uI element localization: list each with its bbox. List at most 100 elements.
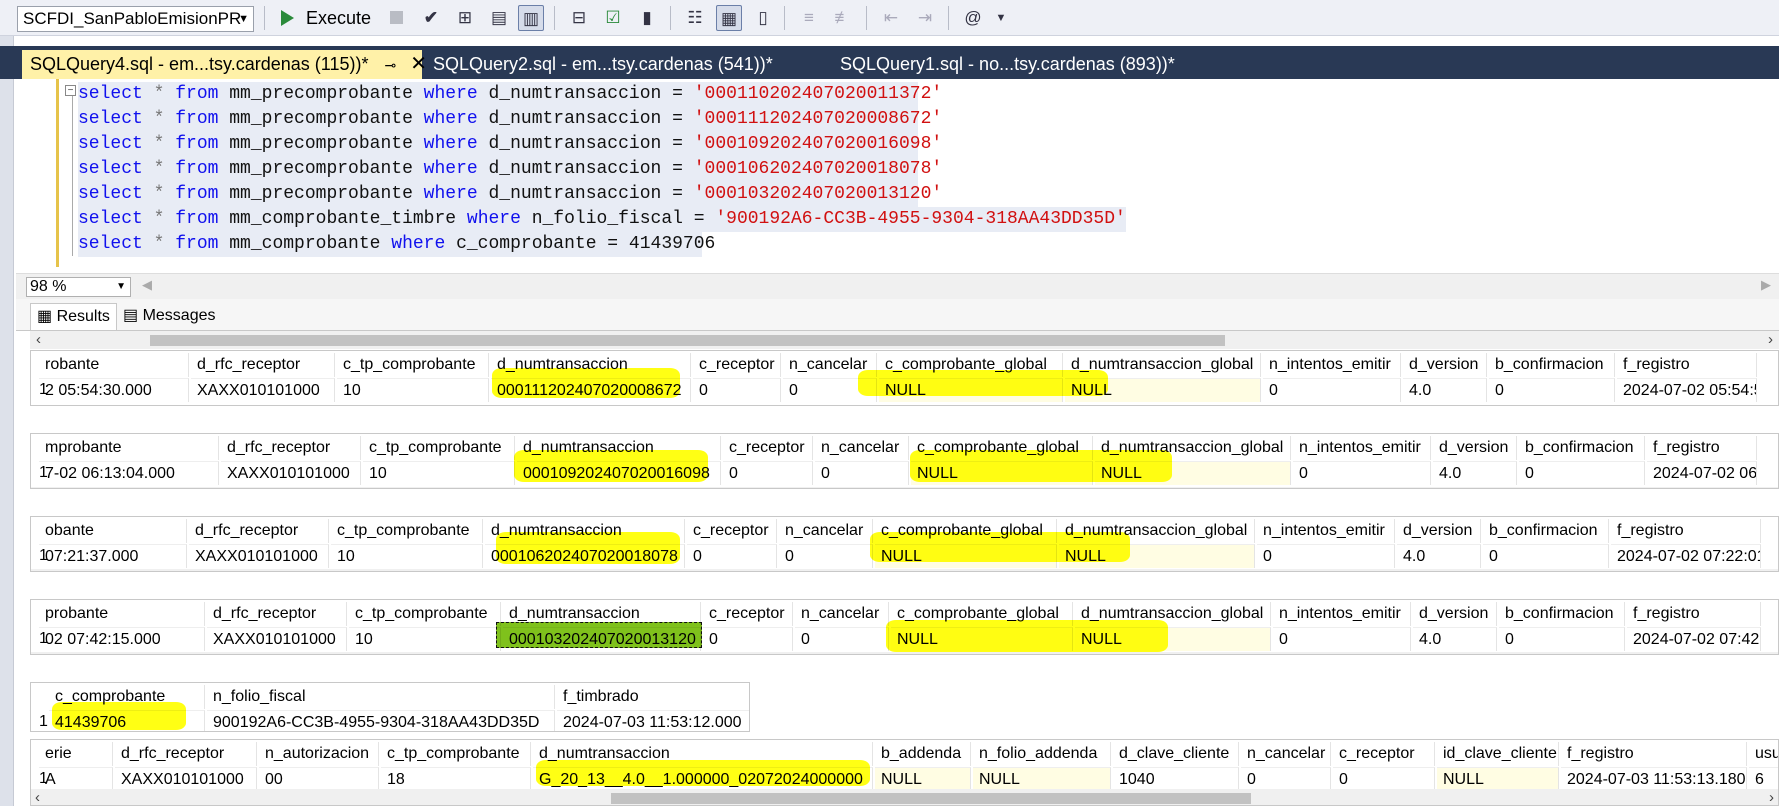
grid-cell[interactable]: 2024-07-02 07:22:01.88 (1611, 544, 1761, 568)
grid-cell[interactable]: 7-02 06:13:04.000 (39, 461, 219, 485)
column-header[interactable]: n_cancelar (795, 602, 889, 626)
column-header[interactable]: d_version (1403, 353, 1487, 377)
column-header[interactable]: probante (39, 602, 205, 626)
scroll-thumb[interactable] (150, 335, 1225, 346)
column-header[interactable]: c_tp_comprobante (349, 602, 501, 626)
tab-results[interactable]: ▦ Results (30, 303, 117, 330)
grid-scrollbar[interactable]: ‹› (31, 789, 1778, 805)
grid-cell[interactable]: 0 (1499, 627, 1625, 651)
grid-cell[interactable]: 0 (723, 461, 813, 485)
column-header[interactable]: usu (1749, 742, 1778, 766)
column-header[interactable]: c_receptor (1333, 742, 1435, 766)
column-header[interactable]: b_confirmacion (1499, 602, 1625, 626)
results-to-file-icon[interactable]: ▯ (750, 5, 776, 31)
grid-cell[interactable]: 10 (363, 461, 515, 485)
tab-sqlquery2[interactable]: SQLQuery2.sql - em...tsy.cardenas (541))… (425, 50, 825, 79)
execute-button[interactable]: Execute (281, 4, 371, 32)
column-header[interactable]: f_timbrado (557, 685, 749, 709)
grid-cell[interactable]: 0 (779, 544, 873, 568)
column-header[interactable]: b_addenda (875, 742, 971, 766)
scroll-left-icon[interactable]: ‹ (36, 331, 41, 349)
grid-scrollbar[interactable]: ‹› (31, 652, 1778, 654)
column-header[interactable]: n_intentos_emitir (1257, 519, 1395, 543)
zoom-select[interactable]: 98 % ▼ (26, 277, 131, 297)
grid-cell[interactable]: 2 05:54:30.000 (39, 378, 189, 402)
code-line[interactable]: select * from mm_precomprobante where d_… (78, 182, 942, 207)
column-header[interactable]: d_rfc_receptor (115, 742, 257, 766)
results-to-grid-icon[interactable]: ▦ (716, 5, 742, 31)
code-line[interactable]: select * from mm_precomprobante where d_… (78, 82, 942, 107)
display-plan-icon[interactable]: ⊞ (452, 5, 478, 31)
grid-scrollbar[interactable]: ‹› (31, 405, 1779, 406)
query-options-icon[interactable]: ▤ (486, 5, 512, 31)
column-header[interactable]: robante (39, 353, 189, 377)
scroll-right-icon[interactable]: › (1769, 487, 1774, 488)
grid-cell[interactable]: 00 (259, 767, 379, 791)
column-header[interactable]: n_cancelar (815, 436, 909, 460)
grid-cell[interactable]: NULL (875, 767, 971, 791)
grid-cell[interactable]: 1040 (1113, 767, 1239, 791)
column-header[interactable]: n_intentos_emitir (1263, 353, 1401, 377)
column-header[interactable]: c_tp_comprobante (381, 742, 531, 766)
grid-cell[interactable]: NULL (1437, 767, 1559, 791)
pin-icon[interactable]: ⊸ (384, 57, 396, 73)
grid-cell[interactable]: A (39, 767, 113, 791)
column-header[interactable]: d_rfc_receptor (189, 519, 329, 543)
column-header[interactable]: f_registro (1617, 353, 1757, 377)
column-header[interactable]: f_registro (1561, 742, 1747, 766)
column-header[interactable]: c_tp_comprobante (363, 436, 515, 460)
database-selector[interactable]: SCFDI_SanPabloEmisionPR ▼ (17, 6, 254, 32)
column-header[interactable]: d_rfc_receptor (221, 436, 361, 460)
grid-cell[interactable]: 0 (1483, 544, 1609, 568)
column-header[interactable]: n_autorizacion (259, 742, 379, 766)
grid-cell[interactable]: XAXX010101000 (221, 461, 361, 485)
results-to-text-icon[interactable]: ☷ (682, 5, 708, 31)
column-header[interactable]: c_tp_comprobante (337, 353, 489, 377)
grid-cell[interactable]: XAXX010101000 (189, 544, 329, 568)
column-header[interactable]: f_registro (1647, 436, 1757, 460)
column-header[interactable]: n_folio_fiscal (207, 685, 555, 709)
grid-scrollbar[interactable]: ‹› (31, 487, 1778, 488)
grid-cell[interactable]: 0 (815, 461, 909, 485)
query-editor[interactable]: − select * from mm_precomprobante where … (16, 79, 1779, 273)
grid-cell[interactable]: 02 07:42:15.000 (39, 627, 205, 651)
column-header[interactable]: mprobante (39, 436, 219, 460)
scroll-left-icon[interactable]: ‹ (35, 652, 40, 654)
grid-cell[interactable]: 2024-07-02 05:54:53.8 (1617, 378, 1757, 402)
tab-sqlquery1[interactable]: SQLQuery1.sql - no...tsy.cardenas (893))… (832, 50, 1232, 79)
grid-cell[interactable]: 0 (1519, 461, 1645, 485)
toolbar-overflow-icon[interactable]: ▼ (988, 5, 1014, 31)
grid-cell[interactable]: 4.0 (1413, 627, 1497, 651)
grid-cell[interactable]: 07:21:37.000 (39, 544, 187, 568)
grid-cell[interactable]: 18 (381, 767, 531, 791)
column-header[interactable]: b_confirmacion (1519, 436, 1645, 460)
grid-cell[interactable]: 2024-07-03 11:53:13.180 (1561, 767, 1747, 791)
grid-cell[interactable]: 6 (1749, 767, 1778, 791)
scroll-left-icon[interactable]: ‹ (35, 487, 40, 488)
specify-values-icon[interactable]: @ (960, 5, 986, 31)
grid-scrollbar[interactable]: ‹› (31, 569, 1778, 571)
grid-cell[interactable]: 0 (795, 627, 889, 651)
grid-cell[interactable]: 0 (693, 378, 781, 402)
result-grid[interactable]: erie d_rfc_receptor n_autorizacion c_tp_com… (30, 739, 1779, 806)
parse-check-icon[interactable]: ✔ (418, 5, 444, 31)
column-header[interactable]: b_confirmacion (1483, 519, 1609, 543)
scroll-left-icon[interactable]: ‹ (35, 789, 40, 805)
grid-cell[interactable]: NULL (973, 767, 1111, 791)
column-header[interactable]: c_tp_comprobante (331, 519, 483, 543)
code-line[interactable]: select * from mm_precomprobante where d_… (78, 107, 942, 132)
live-stats-icon[interactable]: ▮ (634, 5, 660, 31)
grid-cell[interactable]: XAXX010101000 (191, 378, 335, 402)
outdent-icon[interactable]: ⇤ (878, 5, 904, 31)
column-header[interactable]: c_receptor (693, 353, 781, 377)
column-header[interactable]: c_receptor (687, 519, 777, 543)
include-plan-icon[interactable]: ⊟ (566, 5, 592, 31)
column-header[interactable]: d_version (1397, 519, 1481, 543)
grid-cell[interactable]: 0 (703, 627, 793, 651)
grid-cell[interactable]: 0 (1263, 378, 1401, 402)
grid-cell[interactable]: XAXX010101000 (115, 767, 257, 791)
scroll-left-icon[interactable]: ◀ (142, 277, 152, 293)
grid-cell[interactable]: 0 (1333, 767, 1435, 791)
grid-cell[interactable]: 0 (1293, 461, 1431, 485)
code-line[interactable]: select * from mm_comprobante where c_com… (78, 232, 715, 257)
